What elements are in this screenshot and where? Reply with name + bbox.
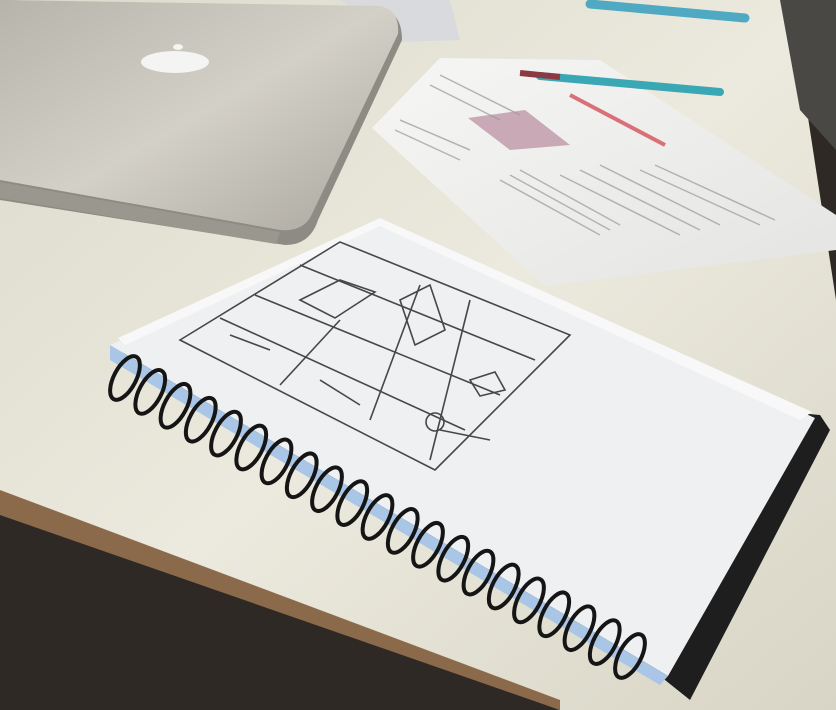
desk-photo bbox=[0, 0, 836, 710]
